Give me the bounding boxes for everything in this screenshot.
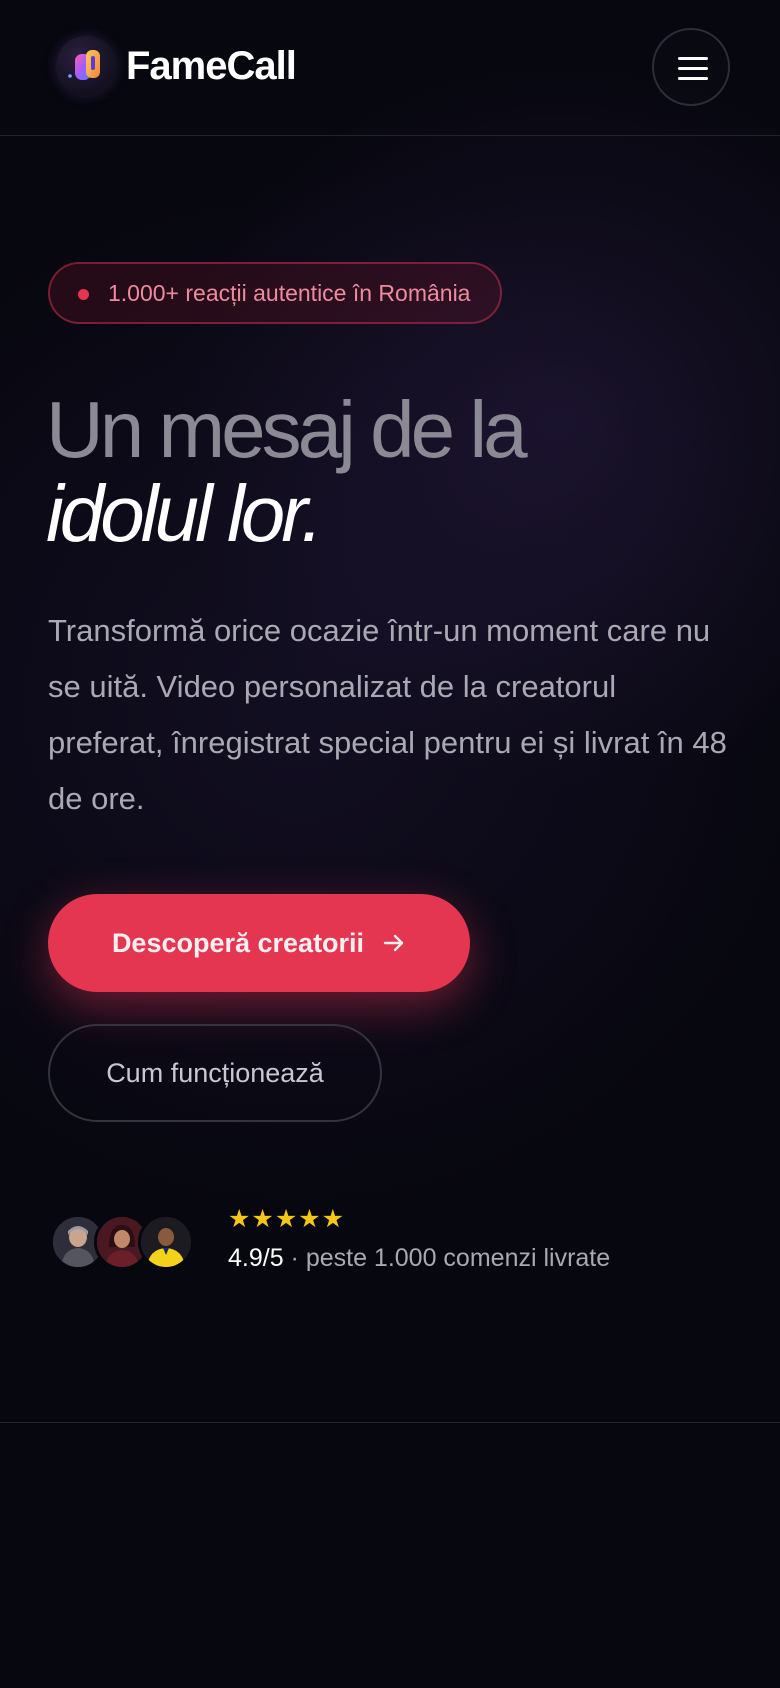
hamburger-menu-icon [678,57,708,60]
hero-headline: Un mesaj de la idolul lor. [46,385,528,558]
hamburger-menu-icon-line [678,77,708,80]
rating-score: 4.9/5 [228,1244,284,1272]
hero-lead: Transformă orice ocazie într-un moment c… [48,613,727,816]
headline-line-2: idolul lor. [46,469,323,558]
discover-creators-button[interactable]: Descoperă creatorii [48,894,470,992]
arrow-right-icon [382,931,406,955]
hamburger-menu-icon-line [678,67,708,70]
social-proof-badge: 1.000+ reacții autentice în România [48,262,503,324]
live-dot-icon [78,289,89,300]
site-header: FameCall [0,0,780,136]
brand-logo-link[interactable]: FameCall [56,36,297,96]
brand-name: FameCall [126,43,297,88]
how-it-works-label: Cum funcționează [106,1057,324,1088]
creator-avatar-3 [138,1214,194,1270]
rating-stars: ★★★★★ [228,1205,346,1233]
headline-line-1: Un mesaj de la [46,385,528,474]
rating-summary: 4.9/5 · peste 1.000 comenzi livrate [228,1244,610,1273]
page: FameCall 1.000+ reacții autentice în Rom… [0,0,780,1688]
how-it-works-button[interactable]: Cum funcționează [48,1024,382,1122]
badge-text: 1.000+ reacții autentice în România [108,279,471,306]
discover-creators-label: Descoperă creatorii [111,927,365,958]
section-divider [0,1422,780,1423]
famecall-logo-icon [56,36,116,96]
orders-delivered-text: · peste 1.000 comenzi livrate [283,1244,611,1272]
menu-button[interactable] [652,28,730,106]
